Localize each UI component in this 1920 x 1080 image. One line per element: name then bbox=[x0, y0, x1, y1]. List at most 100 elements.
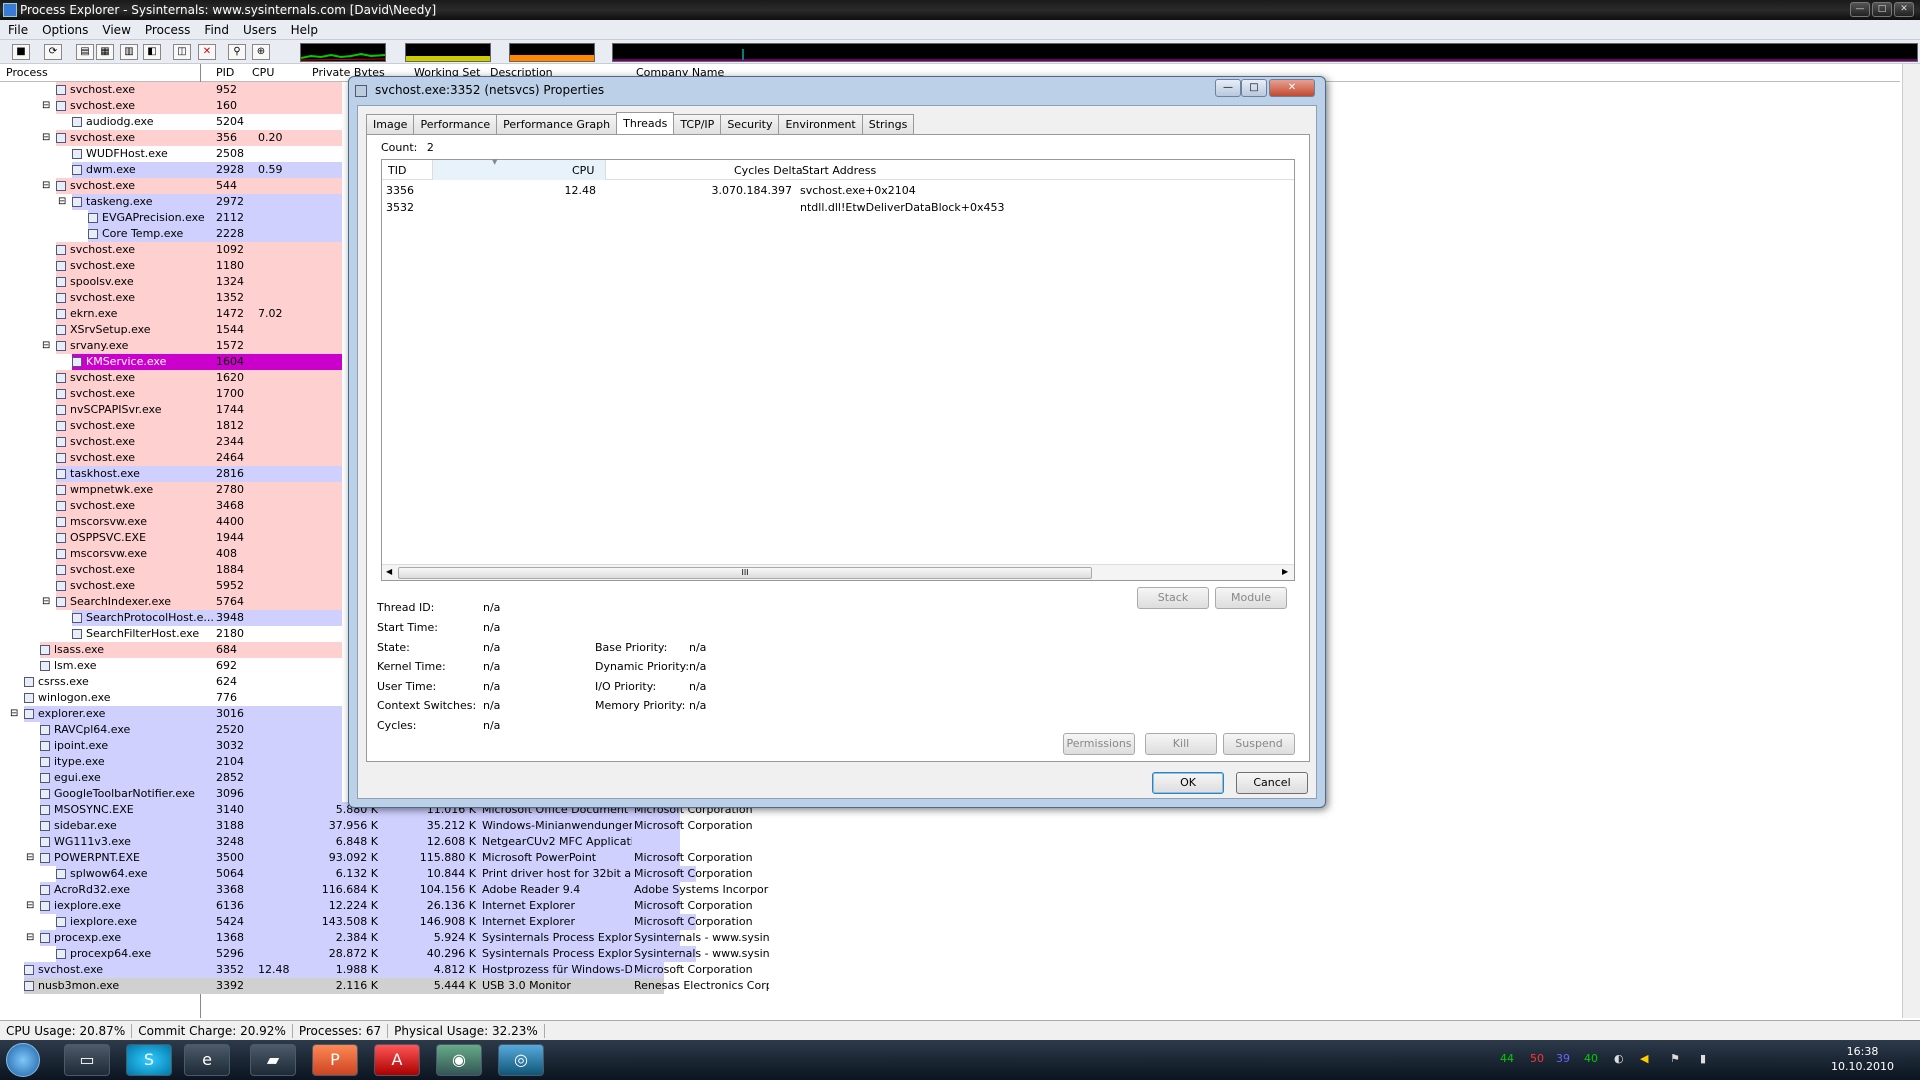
process-name: taskhost.exe bbox=[70, 467, 140, 480]
expand-toggle-icon[interactable]: ⊟ bbox=[26, 898, 34, 914]
process-row[interactable]: ⊟ POWERPNT.EXE 3500 93.092 K 115.880 K Micros… bbox=[0, 850, 790, 866]
thread-cpu: 12.48 bbox=[564, 184, 597, 197]
col-pid[interactable]: PID bbox=[216, 66, 234, 79]
target-icon[interactable]: ◫ bbox=[173, 44, 191, 60]
volume-icon[interactable]: ◀ bbox=[1640, 1052, 1648, 1065]
col-thread-cpu[interactable]: CPU bbox=[572, 164, 594, 177]
dialog-minimize-button[interactable]: — bbox=[1215, 79, 1241, 97]
expand-toggle-icon[interactable]: ⊟ bbox=[26, 850, 34, 866]
process-icon bbox=[40, 885, 50, 895]
process-row[interactable]: procexp64.exe 5296 28.872 K 40.296 K Sysinte… bbox=[0, 946, 790, 962]
menu-file[interactable]: File bbox=[8, 23, 28, 37]
process-row[interactable]: AcroRd32.exe 3368 116.684 K 104.156 K Adobe … bbox=[0, 882, 790, 898]
find-icon[interactable]: ⚲ bbox=[228, 44, 246, 60]
col-cpu[interactable]: CPU bbox=[252, 66, 274, 79]
menu-process[interactable]: Process bbox=[145, 23, 191, 37]
signal-icon[interactable]: ▮ bbox=[1700, 1052, 1706, 1065]
process-row[interactable]: ⊟ iexplore.exe 6136 12.224 K 26.136 K Interne… bbox=[0, 898, 790, 914]
kill-icon[interactable]: ✕ bbox=[198, 44, 216, 60]
process-pid: 1604 bbox=[216, 355, 244, 368]
close-button[interactable]: ✕ bbox=[1894, 2, 1914, 17]
expand-toggle-icon[interactable]: ⊟ bbox=[42, 594, 50, 610]
thread-list[interactable]: TID CPU ▼ Cycles Delta Start Address 335… bbox=[381, 158, 1295, 581]
expand-toggle-icon[interactable]: ⊟ bbox=[10, 706, 18, 722]
suspend-button[interactable]: Suspend bbox=[1223, 733, 1295, 755]
tab-environment[interactable]: Environment bbox=[778, 114, 863, 134]
menu-users[interactable]: Users bbox=[243, 23, 277, 37]
menu-view[interactable]: View bbox=[102, 23, 130, 37]
process-row[interactable]: ⊟ procexp.exe 1368 2.384 K 5.924 K Sysinterna… bbox=[0, 930, 790, 946]
col-tid[interactable]: TID bbox=[388, 164, 406, 177]
chrome-icon[interactable]: ◉ bbox=[436, 1044, 482, 1076]
io-graph[interactable] bbox=[509, 43, 595, 62]
tab-threads[interactable]: Threads bbox=[616, 112, 675, 134]
horizontal-scrollbar[interactable]: ◀ III ▶ bbox=[382, 564, 1294, 580]
ok-button[interactable]: OK bbox=[1152, 772, 1224, 794]
tab-tcpip[interactable]: TCP/IP bbox=[673, 114, 722, 134]
crosshair-icon[interactable]: ⊕ bbox=[252, 44, 270, 60]
tab-performance-graph[interactable]: Performance Graph bbox=[496, 114, 618, 134]
expand-toggle-icon[interactable]: ⊟ bbox=[42, 338, 50, 354]
gpu-graph[interactable] bbox=[612, 43, 1918, 62]
menu-help[interactable]: Help bbox=[291, 23, 318, 37]
powerpoint-icon[interactable]: P bbox=[312, 1044, 358, 1076]
menu-options[interactable]: Options bbox=[42, 23, 88, 37]
cpu-graph-icon[interactable]: ▥ bbox=[120, 44, 138, 60]
user-time-value: n/a bbox=[483, 680, 501, 693]
col-process[interactable]: Process bbox=[6, 66, 48, 79]
expand-toggle-icon[interactable]: ⊟ bbox=[42, 98, 50, 114]
cancel-button[interactable]: Cancel bbox=[1236, 772, 1308, 794]
expand-toggle-icon[interactable]: ⊟ bbox=[26, 930, 34, 946]
app-icon[interactable]: ◎ bbox=[498, 1044, 544, 1076]
refresh-icon[interactable]: ⟳ bbox=[44, 44, 62, 60]
expand-toggle-icon[interactable]: ⊟ bbox=[42, 178, 50, 194]
clock[interactable]: 16:38 10.10.2010 bbox=[1831, 1044, 1894, 1074]
col-cycles-delta[interactable]: Cycles Delta bbox=[734, 164, 803, 177]
process-row[interactable]: nusb3mon.exe 3392 2.116 K 5.444 K USB 3.0 Mo… bbox=[0, 978, 790, 994]
flag-icon[interactable]: ⚑ bbox=[1670, 1052, 1680, 1065]
explorer-icon[interactable]: ▭ bbox=[64, 1044, 110, 1076]
tab-strings[interactable]: Strings bbox=[861, 114, 915, 134]
process-row[interactable]: sidebar.exe 3188 37.956 K 35.212 K Windows-M… bbox=[0, 818, 790, 834]
minimize-button[interactable]: — bbox=[1850, 2, 1870, 17]
commit-graph[interactable] bbox=[405, 43, 491, 62]
skype-icon[interactable]: S bbox=[126, 1044, 172, 1076]
scroll-right-icon[interactable]: ▶ bbox=[1282, 567, 1288, 576]
process-icon bbox=[40, 773, 50, 783]
maximize-button[interactable]: □ bbox=[1872, 2, 1892, 17]
cpu-graph[interactable] bbox=[300, 43, 386, 62]
tab-security[interactable]: Security bbox=[720, 114, 780, 134]
start-button[interactable] bbox=[6, 1043, 40, 1077]
col-start-address[interactable]: Start Address bbox=[802, 164, 876, 177]
permissions-button[interactable]: Permissions bbox=[1063, 733, 1135, 755]
folder-icon[interactable]: ▰ bbox=[250, 1044, 296, 1076]
system-info-icon[interactable]: ▤ bbox=[76, 44, 94, 60]
tab-performance[interactable]: Performance bbox=[413, 114, 498, 134]
vertical-scrollbar[interactable] bbox=[1902, 64, 1920, 1018]
process-row[interactable]: WG111v3.exe 3248 6.848 K 12.608 K NetgearCUv… bbox=[0, 834, 790, 850]
process-row[interactable]: svchost.exe 3352 12.48 1.988 K 4.812 K Hostpr… bbox=[0, 962, 790, 978]
module-button[interactable]: Module bbox=[1215, 587, 1287, 609]
process-row[interactable]: splwow64.exe 5064 6.132 K 10.844 K Print dri… bbox=[0, 866, 790, 882]
network-icon[interactable]: ◐ bbox=[1614, 1052, 1624, 1065]
acrobat-icon[interactable]: A bbox=[374, 1044, 420, 1076]
ie-icon[interactable]: e bbox=[184, 1044, 230, 1076]
kill-button[interactable]: Kill bbox=[1145, 733, 1217, 755]
dialog-maximize-button[interactable]: □ bbox=[1241, 79, 1267, 97]
stack-button[interactable]: Stack bbox=[1137, 587, 1209, 609]
expand-toggle-icon[interactable]: ⊟ bbox=[58, 194, 66, 210]
thread-row[interactable]: 3356 12.48 3.070.184.397 svchost.exe+0x2… bbox=[382, 182, 1294, 199]
dll-icon[interactable]: ◧ bbox=[143, 44, 161, 60]
properties-icon[interactable]: ▦ bbox=[96, 44, 114, 60]
process-row[interactable]: iexplore.exe 5424 143.508 K 146.908 K Intern… bbox=[0, 914, 790, 930]
tab-image[interactable]: Image bbox=[366, 114, 415, 134]
process-working-set: 4.812 K bbox=[433, 963, 476, 976]
scroll-left-icon[interactable]: ◀ bbox=[386, 567, 392, 576]
process-private-bytes: 28.872 K bbox=[328, 947, 378, 960]
dialog-close-button[interactable]: ✕ bbox=[1269, 79, 1315, 97]
thread-row[interactable]: 3532 ntdll.dll!EtwDeliverDataBlock+0x453 bbox=[382, 199, 1294, 216]
menu-find[interactable]: Find bbox=[204, 23, 229, 37]
expand-toggle-icon[interactable]: ⊟ bbox=[42, 130, 50, 146]
scroll-thumb[interactable]: III bbox=[398, 567, 1092, 579]
save-icon[interactable]: ■ bbox=[12, 44, 30, 60]
